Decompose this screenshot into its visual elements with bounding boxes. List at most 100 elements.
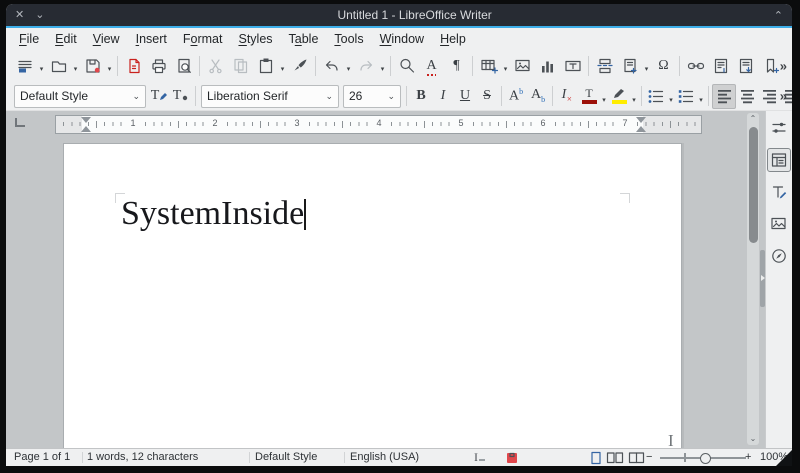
book-view-button[interactable] bbox=[628, 451, 645, 465]
titlebar[interactable]: ✕ ⌄ Untitled 1 - LibreOffice Writer ⌃ bbox=[6, 4, 792, 26]
insert-field-button[interactable] bbox=[617, 53, 642, 79]
scrollbar-thumb[interactable] bbox=[748, 127, 758, 243]
strikethrough-button[interactable]: S bbox=[476, 85, 498, 108]
zoom-out-button[interactable]: − bbox=[646, 451, 652, 463]
sidebar-settings-button[interactable] bbox=[767, 116, 791, 140]
zoom-in-button[interactable]: + bbox=[745, 451, 751, 463]
insert-table-button[interactable] bbox=[476, 53, 501, 79]
formatting-overflow-button[interactable]: » bbox=[780, 89, 787, 104]
menu-item[interactable]: Help bbox=[432, 30, 474, 48]
word-count[interactable]: 1 words, 12 characters bbox=[87, 451, 198, 463]
toolbar-overflow-button[interactable]: » bbox=[780, 58, 787, 73]
font-name-combo[interactable]: Liberation Serif ⌄ bbox=[201, 84, 339, 108]
font-color-button[interactable]: T bbox=[578, 85, 600, 108]
insert-footnote-button[interactable] bbox=[708, 53, 733, 79]
spelling-button[interactable]: A bbox=[419, 53, 444, 79]
menu-item[interactable]: Insert bbox=[128, 30, 175, 48]
highlight-dropdown-arrow[interactable]: ▾ bbox=[630, 89, 638, 104]
page-style[interactable]: Default Style bbox=[255, 451, 317, 463]
highlight-color-button[interactable] bbox=[608, 85, 630, 108]
bold-button[interactable]: B bbox=[410, 85, 432, 108]
right-indent-marker[interactable] bbox=[636, 126, 646, 132]
formatting-marks-button[interactable]: ¶ bbox=[444, 53, 469, 79]
menu-item[interactable]: Window bbox=[372, 30, 432, 48]
save-dropdown-arrow[interactable]: ▾ bbox=[105, 58, 114, 73]
paste-dropdown-arrow[interactable]: ▾ bbox=[278, 58, 287, 73]
sidebar-gallery-tab[interactable] bbox=[767, 212, 791, 236]
insert-image-button[interactable] bbox=[510, 53, 535, 79]
horizontal-ruler[interactable]: 1 2 3 4 5 6 7 bbox=[55, 115, 702, 134]
left-indent-marker[interactable] bbox=[81, 126, 91, 132]
superscript-button[interactable]: Ab bbox=[505, 85, 527, 108]
selection-mode-indicator[interactable]: I bbox=[474, 450, 485, 465]
clone-formatting-button[interactable] bbox=[287, 53, 312, 79]
find-replace-button[interactable] bbox=[394, 53, 419, 79]
menu-item[interactable]: Format bbox=[175, 30, 231, 48]
menu-item[interactable]: Edit bbox=[47, 30, 85, 48]
menu-item[interactable]: Table bbox=[281, 30, 327, 48]
multi-page-view-button[interactable] bbox=[606, 451, 624, 465]
cut-button[interactable] bbox=[203, 53, 228, 79]
page-count[interactable]: Page 1 of 1 bbox=[14, 451, 70, 463]
menu-item[interactable]: Styles bbox=[230, 30, 280, 48]
align-right-button[interactable] bbox=[758, 85, 780, 108]
redo-dropdown-arrow[interactable]: ▾ bbox=[378, 58, 387, 73]
insert-hyperlink-button[interactable] bbox=[683, 53, 708, 79]
menu-item[interactable]: Tools bbox=[326, 30, 371, 48]
sidebar-styles-tab[interactable] bbox=[767, 180, 791, 204]
numbered-list-button[interactable] bbox=[675, 85, 697, 108]
open-button[interactable] bbox=[46, 53, 71, 79]
scroll-up-arrow-icon[interactable]: ⌃ bbox=[747, 114, 759, 124]
open-dropdown-arrow[interactable]: ▾ bbox=[71, 58, 80, 73]
update-style-button[interactable]: T bbox=[148, 85, 170, 108]
redo-button[interactable] bbox=[353, 53, 378, 79]
page-break-button[interactable] bbox=[592, 53, 617, 79]
save-button[interactable] bbox=[80, 53, 105, 79]
document-text[interactable]: SystemInside bbox=[121, 196, 304, 232]
paragraph-style-combo[interactable]: Default Style ⌄ bbox=[14, 84, 146, 108]
field-dropdown-arrow[interactable]: ▾ bbox=[642, 58, 651, 73]
first-line-indent-marker[interactable] bbox=[81, 117, 91, 123]
vertical-scrollbar[interactable]: ⌃ ⌄ bbox=[747, 113, 759, 445]
subscript-button[interactable]: Ab bbox=[527, 85, 549, 108]
insert-chart-button[interactable] bbox=[535, 53, 560, 79]
document-modified-indicator[interactable] bbox=[506, 452, 518, 464]
clear-formatting-button[interactable]: I× bbox=[556, 85, 578, 108]
scroll-down-arrow-icon[interactable]: ⌄ bbox=[747, 434, 759, 444]
insert-textbox-button[interactable] bbox=[560, 53, 585, 79]
align-center-button[interactable] bbox=[736, 85, 758, 108]
new-style-button[interactable]: T bbox=[170, 85, 192, 108]
copy-button[interactable] bbox=[228, 53, 253, 79]
close-icon[interactable]: ✕ bbox=[15, 4, 24, 26]
paragraph[interactable]: SystemInside bbox=[121, 196, 307, 232]
table-dropdown-arrow[interactable]: ▾ bbox=[501, 58, 510, 73]
document-page[interactable]: SystemInside I bbox=[63, 143, 682, 448]
undo-button[interactable] bbox=[319, 53, 344, 79]
font-size-combo[interactable]: 26 ⌄ bbox=[343, 84, 401, 108]
font-color-dropdown-arrow[interactable]: ▾ bbox=[600, 89, 608, 104]
menu-item[interactable]: File bbox=[11, 30, 47, 48]
right-indent-marker-top[interactable] bbox=[636, 117, 646, 123]
menu-item[interactable]: View bbox=[85, 30, 128, 48]
single-page-view-button[interactable] bbox=[590, 451, 602, 465]
special-character-button[interactable]: Ω bbox=[651, 53, 676, 79]
numbered-dropdown-arrow[interactable]: ▾ bbox=[697, 89, 705, 104]
export-pdf-button[interactable] bbox=[121, 53, 146, 79]
zoom-slider-handle[interactable] bbox=[700, 452, 711, 464]
italic-button[interactable]: I bbox=[432, 85, 454, 108]
print-preview-button[interactable] bbox=[171, 53, 196, 79]
paste-button[interactable] bbox=[253, 53, 278, 79]
underline-button[interactable]: U bbox=[454, 85, 476, 108]
new-document-button[interactable] bbox=[12, 53, 37, 79]
bullet-dropdown-arrow[interactable]: ▾ bbox=[667, 89, 675, 104]
new-dropdown-arrow[interactable]: ▾ bbox=[37, 58, 46, 73]
text-language[interactable]: English (USA) bbox=[350, 451, 419, 463]
bullet-list-button[interactable] bbox=[645, 85, 667, 108]
undo-dropdown-arrow[interactable]: ▾ bbox=[344, 58, 353, 73]
sidebar-navigator-tab[interactable] bbox=[767, 244, 791, 268]
insert-endnote-button[interactable] bbox=[733, 53, 758, 79]
print-button[interactable] bbox=[146, 53, 171, 79]
tab-stop-selector[interactable] bbox=[15, 118, 25, 127]
shade-icon[interactable]: ⌃ bbox=[774, 9, 783, 22]
align-left-button[interactable] bbox=[712, 83, 736, 109]
